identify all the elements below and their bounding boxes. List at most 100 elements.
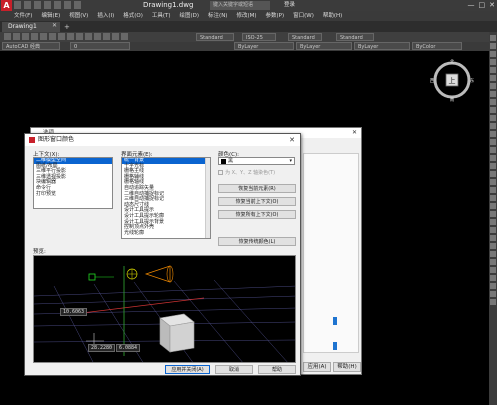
element-list-scrollbar[interactable] <box>205 158 210 238</box>
tool-icon[interactable] <box>121 33 128 40</box>
modify-tool-icon[interactable] <box>490 115 496 121</box>
tool-icon[interactable] <box>22 33 29 40</box>
restore-context-button[interactable]: 恢复当前上下文(O) <box>218 197 296 206</box>
close-button[interactable]: ✕ <box>489 0 495 11</box>
dim-style-select[interactable]: ISO-25 <box>242 33 276 41</box>
workspace-select[interactable]: AutoCAD 经典 <box>2 42 60 50</box>
undo-icon[interactable] <box>64 1 71 9</box>
modify-tool-icon[interactable] <box>490 251 496 257</box>
tool-icon[interactable] <box>103 33 110 40</box>
modify-tool-icon[interactable] <box>490 83 496 89</box>
plotstyle-select[interactable]: ByColor <box>412 42 462 50</box>
modify-tool-icon[interactable] <box>490 35 496 41</box>
modify-tool-icon[interactable] <box>490 227 496 233</box>
options-apply-button[interactable]: 应用(A) <box>303 362 331 372</box>
modify-tool-icon[interactable] <box>490 107 496 113</box>
restore-all-button[interactable]: 恢复所有上下文(O) <box>218 210 296 219</box>
linetype-select[interactable]: ByLayer <box>296 42 352 50</box>
modify-tool-icon[interactable] <box>490 75 496 81</box>
modify-tool-icon[interactable] <box>490 67 496 73</box>
menu-item[interactable]: 绘图(D) <box>180 11 200 21</box>
menu-item[interactable]: 编辑(E) <box>41 11 60 21</box>
text-style-select[interactable]: Standard <box>196 33 234 41</box>
dialog-close-icon[interactable]: ✕ <box>289 134 295 146</box>
color-dropdown[interactable]: 黑 ▾ <box>218 157 295 165</box>
tool-icon[interactable] <box>67 33 74 40</box>
context-list[interactable]: 二维模型空间 图纸/布局 三维平行投影 三维透视投影 块编辑器 命令行 打印预览 <box>33 157 113 209</box>
tool-icon[interactable] <box>4 33 11 40</box>
login-link[interactable]: 登录 <box>284 0 295 11</box>
modify-tool-icon[interactable] <box>490 123 496 129</box>
modify-tool-icon[interactable] <box>490 171 496 177</box>
menu-item[interactable]: 工具(T) <box>152 11 171 21</box>
menu-item[interactable]: 视图(V) <box>69 11 88 21</box>
search-input[interactable]: 键入关键字或短语 <box>210 1 270 10</box>
modify-tool-icon[interactable] <box>490 259 496 265</box>
modify-tool-icon[interactable] <box>490 59 496 65</box>
tool-icon[interactable] <box>31 33 38 40</box>
apply-close-button[interactable]: 应用并关闭(A) <box>165 365 210 374</box>
modify-tool-icon[interactable] <box>490 283 496 289</box>
menu-item[interactable]: 窗口(W) <box>293 11 314 21</box>
tool-icon[interactable] <box>76 33 83 40</box>
modify-tool-icon[interactable] <box>490 187 496 193</box>
new-icon[interactable] <box>14 1 21 9</box>
tool-icon[interactable] <box>49 33 56 40</box>
maximize-button[interactable]: □ <box>479 0 486 11</box>
modify-tool-icon[interactable] <box>490 219 496 225</box>
tab-close-icon[interactable]: ✕ <box>52 22 57 29</box>
saveas-icon[interactable] <box>44 1 51 9</box>
modify-tool-icon[interactable] <box>490 43 496 49</box>
menu-item[interactable]: 格式(O) <box>123 11 143 21</box>
menu-item[interactable]: 文件(F) <box>14 11 32 21</box>
modify-tool-icon[interactable] <box>490 91 496 97</box>
print-icon[interactable] <box>54 1 61 9</box>
menu-item[interactable]: 帮助(H) <box>323 11 342 21</box>
modify-tool-icon[interactable] <box>490 243 496 249</box>
modify-tool-icon[interactable] <box>490 291 496 297</box>
element-list[interactable]: 统一背景 十字光标 栅格主线 栅格辅线 栅格轴线 自动追踪矢量 二维自动捕捉标记 三维自动捕捉… <box>121 157 211 239</box>
help-button[interactable]: 帮助 <box>258 365 296 374</box>
modify-tool-icon[interactable] <box>490 131 496 137</box>
cancel-button[interactable]: 取消 <box>215 365 253 374</box>
compass-east[interactable]: 东 <box>470 77 475 84</box>
compass-west[interactable]: 西 <box>430 78 435 84</box>
menu-item[interactable]: 标注(N) <box>208 11 227 21</box>
lineweight-select[interactable]: ByLayer <box>354 42 410 50</box>
color-select[interactable]: ByLayer <box>234 42 294 50</box>
menu-item[interactable]: 参数(P) <box>266 11 285 21</box>
new-tab-button[interactable]: + <box>64 22 70 32</box>
open-icon[interactable] <box>24 1 31 9</box>
modify-tool-icon[interactable] <box>490 235 496 241</box>
modify-tool-icon[interactable] <box>490 267 496 273</box>
tint-xyz-checkbox[interactable]: 为 X、Y、Z 轴染色(T) <box>218 169 275 176</box>
element-list-item[interactable]: 光线轮廓 <box>122 230 210 237</box>
compass-north[interactable]: 北 <box>450 58 455 65</box>
menu-item[interactable]: 修改(M) <box>236 11 256 21</box>
restore-classic-button[interactable]: 恢复传统颜色(L) <box>218 237 296 246</box>
modify-tool-icon[interactable] <box>490 51 496 57</box>
layer-select[interactable]: 0 <box>70 42 130 50</box>
tool-icon[interactable] <box>85 33 92 40</box>
mleader-style-select[interactable]: Standard <box>336 33 374 41</box>
restore-element-button[interactable]: 恢复当前元素(R) <box>218 184 296 193</box>
tool-icon[interactable] <box>94 33 101 40</box>
modify-tool-icon[interactable] <box>490 299 496 305</box>
modify-tool-icon[interactable] <box>490 179 496 185</box>
table-style-select[interactable]: Standard <box>288 33 322 41</box>
modify-tool-icon[interactable] <box>490 163 496 169</box>
options-help-button[interactable]: 帮助(H) <box>333 362 361 372</box>
tool-icon[interactable] <box>40 33 47 40</box>
modify-tool-icon[interactable] <box>490 211 496 217</box>
tool-icon[interactable] <box>13 33 20 40</box>
modify-tool-icon[interactable] <box>490 195 496 201</box>
viewcube[interactable]: 上 北 南 东 西 <box>430 58 475 103</box>
modify-tool-icon[interactable] <box>490 99 496 105</box>
modify-tool-icon[interactable] <box>490 147 496 153</box>
tool-icon[interactable] <box>112 33 119 40</box>
options-close-icon[interactable]: ✕ <box>352 129 357 136</box>
save-icon[interactable] <box>34 1 41 9</box>
modify-tool-icon[interactable] <box>490 155 496 161</box>
modify-tool-icon[interactable] <box>490 275 496 281</box>
tool-icon[interactable] <box>58 33 65 40</box>
